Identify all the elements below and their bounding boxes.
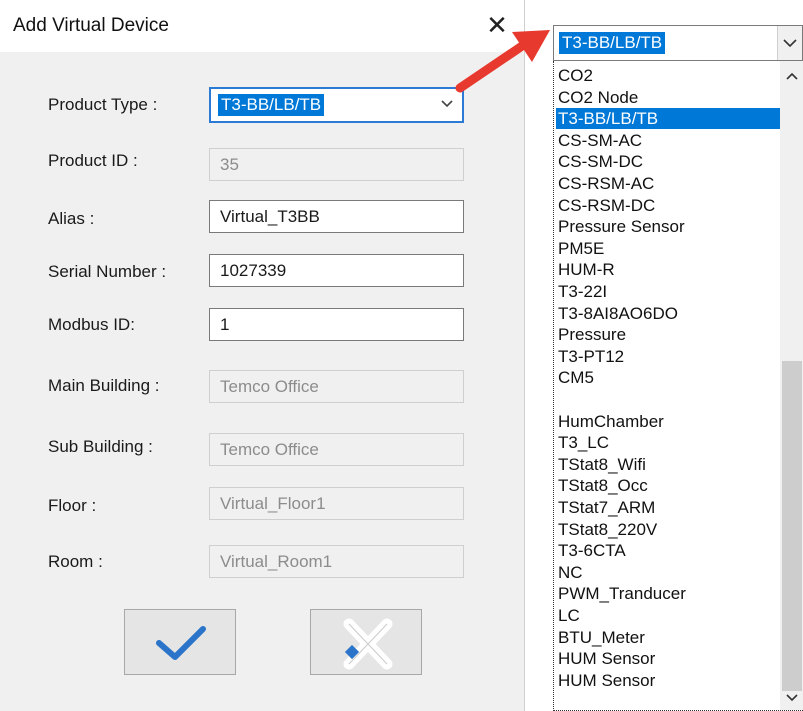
- dropdown-item[interactable]: CS-SM-DC: [556, 151, 780, 172]
- dropdown-item[interactable]: T3-8AI8AO6DO: [556, 303, 780, 324]
- room-field: Virtual_Room1: [209, 545, 464, 578]
- modbus-id-field[interactable]: 1: [209, 308, 464, 341]
- dropdown-item[interactable]: NC: [556, 562, 780, 583]
- checkmark-icon: [156, 626, 206, 660]
- product-type-combobox[interactable]: T3-BB/LB/TB: [209, 87, 464, 123]
- dropdown-item[interactable]: CS-SM-AC: [556, 130, 780, 151]
- dropdown-item[interactable]: T3-PT12: [556, 346, 780, 367]
- dropdown-list[interactable]: CO2 CO2 Node T3-BB/LB/TB CS-SM-AC CS-SM-DC CS…: [553, 61, 803, 711]
- dropdown-item[interactable]: T3-22I: [556, 281, 780, 302]
- scrollbar-thumb[interactable]: [782, 361, 802, 691]
- dropdown-item[interactable]: CO2 Node: [556, 87, 780, 108]
- dropdown-item[interactable]: CO2: [556, 65, 780, 86]
- sub-building-field: Temco Office: [209, 433, 464, 466]
- dropdown-item[interactable]: T3_LC: [556, 432, 780, 453]
- cancel-button[interactable]: [310, 609, 422, 675]
- dropdown-item[interactable]: HUM Sensor: [556, 670, 780, 691]
- dropdown-item[interactable]: CS-RSM-AC: [556, 173, 780, 194]
- dropdown-item[interactable]: TStat8_220V: [556, 519, 780, 540]
- dropdown-item[interactable]: TStat8_Wifi: [556, 454, 780, 475]
- product-id-label: Product ID :: [48, 151, 138, 170]
- dropdown-item[interactable]: T3-6CTA: [556, 540, 780, 561]
- ok-button[interactable]: [124, 609, 236, 675]
- floor-label: Floor :: [48, 496, 97, 515]
- dropdown-item[interactable]: Pressure Sensor: [556, 216, 780, 237]
- product-type-label: Product Type :: [48, 95, 158, 114]
- scroll-up-icon[interactable]: [786, 71, 798, 81]
- product-type-dropdown: T3-BB/LB/TB CO2 CO2 Node T3-BB/LB/TB CS-SM-…: [553, 25, 803, 711]
- dropdown-item[interactable]: T3-BB/LB/TB: [556, 108, 780, 130]
- alias-label: Alias :: [48, 209, 95, 228]
- modbus-id-label: Modbus ID:: [48, 315, 135, 334]
- dropdown-selected-value: T3-BB/LB/TB: [559, 32, 666, 54]
- dropdown-item[interactable]: HUM Sensor: [556, 648, 780, 669]
- dropdown-item[interactable]: CS-RSM-DC: [556, 195, 780, 216]
- sub-building-label: Sub Building :: [48, 437, 153, 456]
- floor-field: Virtual_Floor1: [209, 487, 464, 520]
- product-type-value: T3-BB/LB/TB: [218, 94, 325, 116]
- alias-field[interactable]: Virtual_T3BB: [209, 200, 464, 233]
- serial-number-field[interactable]: 1027339: [209, 254, 464, 287]
- dropdown-item[interactable]: PM5E: [556, 238, 780, 259]
- dropdown-item[interactable]: CM5: [556, 367, 780, 388]
- chevron-down-icon: [783, 39, 797, 48]
- dropdown-item[interactable]: BTU_Meter: [556, 627, 780, 648]
- chevron-down-icon: [441, 100, 453, 108]
- scroll-down-icon[interactable]: [786, 693, 798, 703]
- add-virtual-device-dialog: Add Virtual Device ✕ Product Type : T3-B…: [0, 0, 525, 711]
- dropdown-item[interactable]: TStat8_Occ: [556, 475, 780, 496]
- main-building-label: Main Building :: [48, 376, 160, 395]
- dialog-title: Add Virtual Device: [13, 15, 169, 36]
- dropdown-button[interactable]: [777, 26, 802, 60]
- dropdown-item[interactable]: HUM-R: [556, 259, 780, 280]
- room-label: Room :: [48, 552, 103, 571]
- dropdown-item[interactable]: PWM_Tranducer: [556, 583, 780, 604]
- scrollbar[interactable]: [780, 61, 803, 710]
- dropdown-item[interactable]: [556, 389, 780, 410]
- dropdown-combobox[interactable]: T3-BB/LB/TB: [553, 25, 803, 61]
- dropdown-item[interactable]: LC: [556, 605, 780, 626]
- dropdown-item[interactable]: HumChamber: [556, 411, 780, 432]
- main-building-field: Temco Office: [209, 370, 464, 403]
- serial-number-label: Serial Number :: [48, 262, 167, 281]
- red-arrow-icon: [455, 30, 550, 93]
- dropdown-item[interactable]: TStat7_ARM: [556, 497, 780, 518]
- product-id-field: 35: [209, 148, 464, 181]
- cancel-x-icon: [343, 618, 393, 670]
- dropdown-item[interactable]: Pressure: [556, 324, 780, 345]
